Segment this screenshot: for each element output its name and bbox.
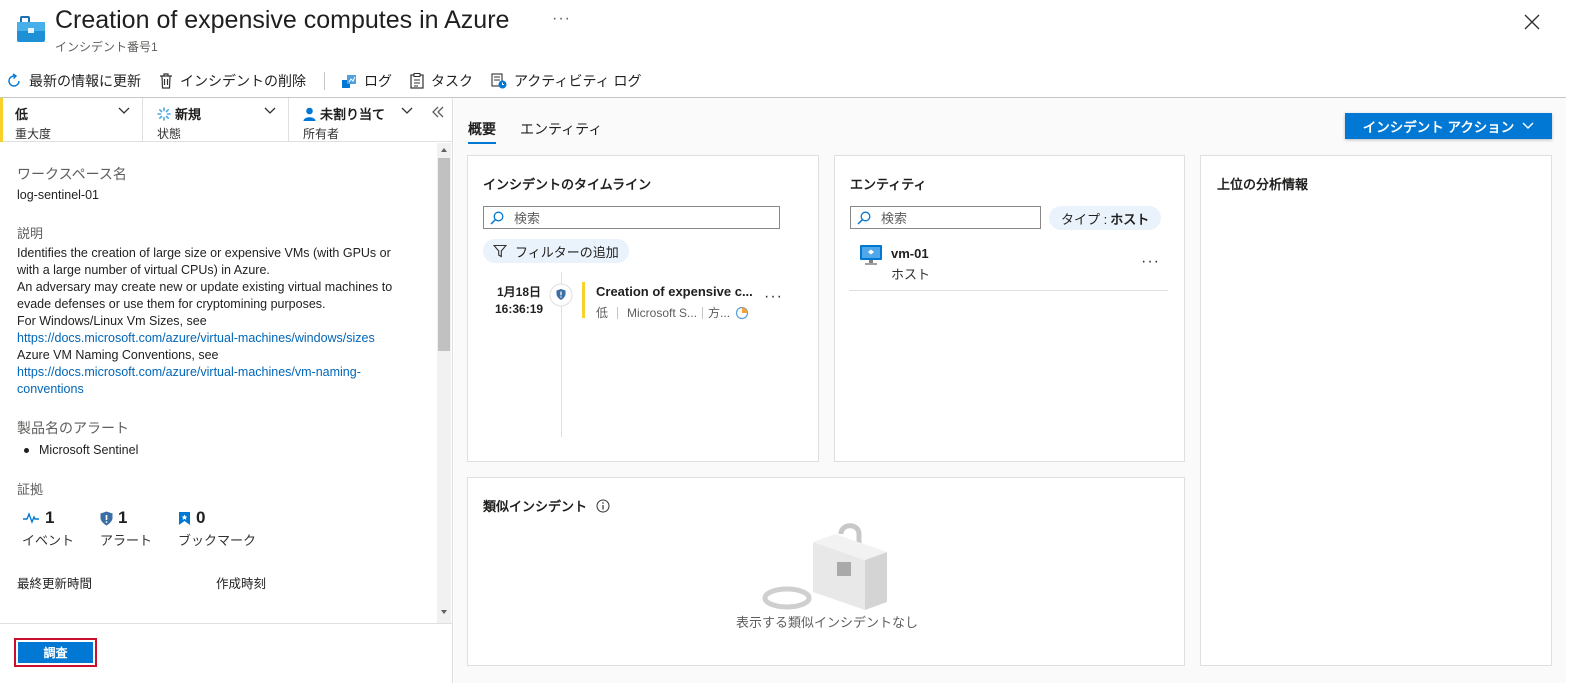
entities-card: エンティティ 検索 タイプ : ホスト vm-01 ホスト ···	[834, 155, 1185, 462]
toolbar-divider	[324, 72, 325, 90]
vm-sizes-link[interactable]: https://docs.microsoft.com/azure/virtual…	[17, 330, 436, 347]
timeline-card: インシデントのタイムライン 検索 フィルターの追加 1月18日 16:36:19…	[467, 155, 819, 462]
similar-title: 類似インシデント	[483, 496, 610, 515]
evidence-label: 証拠	[17, 482, 44, 497]
workspace-label: ワークスペース名	[17, 166, 127, 182]
collapse-panel-icon[interactable]	[431, 106, 445, 118]
severity-indicator	[582, 282, 585, 318]
insights-title: 上位の分析情報	[1217, 177, 1309, 192]
type-filter-pill[interactable]: タイプ : ホスト	[1049, 206, 1162, 230]
entity-row-divider	[849, 290, 1168, 291]
tasks-button[interactable]: タスク	[410, 71, 473, 91]
product-item: Microsoft Sentinel	[17, 442, 436, 459]
entities-search-input[interactable]: 検索	[850, 206, 1041, 229]
details-scroll-area: ワークスペース名 log-sentinel-01 説明 Identifies t…	[0, 143, 436, 623]
bookmark-icon	[178, 511, 196, 526]
page-title: Creation of expensive computes in Azure	[55, 6, 510, 34]
timeline-title: インシデントのタイムライン	[483, 177, 652, 192]
alerts-count[interactable]: 1 アラート	[100, 508, 152, 549]
search-icon	[857, 211, 881, 225]
scrollbar-thumb[interactable]	[438, 158, 450, 351]
refresh-button[interactable]: 最新の情報に更新	[6, 71, 141, 91]
clipboard-icon	[410, 73, 431, 89]
entities-title: エンティティ	[850, 177, 927, 192]
top-insights-card: 上位の分析情報	[1200, 155, 1552, 666]
evidence-counts: 1 イベント 1 アラート 0 ブックマーク	[17, 508, 436, 549]
close-icon[interactable]	[1522, 12, 1542, 32]
pulse-icon	[22, 512, 45, 524]
logs-button[interactable]: ログ	[341, 71, 392, 91]
filter-icon	[493, 244, 515, 258]
bookmarks-count[interactable]: 0 ブックマーク	[178, 508, 256, 549]
info-icon[interactable]	[596, 499, 610, 513]
incident-actions-button[interactable]: インシデント アクション	[1345, 113, 1552, 139]
last-updated-label: 最終更新時間	[17, 577, 93, 591]
status-dropdown[interactable]: 新規 状態	[143, 98, 289, 142]
investigate-button[interactable]: 調査	[14, 638, 97, 667]
workspace-value: log-sentinel-01	[17, 188, 99, 202]
timeline-item-more-button[interactable]: ···	[764, 288, 783, 306]
incident-number: インシデント番号1	[55, 40, 158, 54]
timeline-item-meta: 低 Microsoft S... 方...	[596, 304, 749, 321]
empty-state-illustration-icon	[761, 520, 901, 610]
tab-entities[interactable]: エンティティ	[520, 119, 602, 139]
chevron-down-icon	[401, 107, 413, 115]
tab-overview[interactable]: 概要	[468, 119, 496, 139]
command-bar: 最新の情報に更新 インシデントの削除 ログ タスク アクティビティ ログ	[0, 68, 654, 94]
chevron-down-icon	[264, 107, 276, 115]
new-status-icon	[157, 106, 171, 121]
incident-details-panel: 低 重大度 新規 状態 未割り当て 所有者 ワークスペース名 log-senti…	[0, 98, 453, 683]
add-filter-button[interactable]: フィルターの追加	[483, 239, 629, 263]
timestamps-row: 最終更新時間 作成時刻	[17, 576, 436, 593]
footer-divider	[0, 623, 452, 624]
bullet	[24, 448, 29, 453]
search-icon	[490, 211, 514, 225]
empty-state-message: 表示する類似インシデントなし	[735, 615, 918, 630]
refresh-icon	[6, 73, 29, 89]
activity-log-icon	[491, 73, 514, 89]
host-monitor-icon	[859, 244, 883, 266]
incident-selectors: 低 重大度 新規 状態 未割り当て 所有者	[0, 98, 453, 142]
severity-dropdown[interactable]: 低 重大度	[0, 98, 143, 142]
entity-more-button[interactable]: ···	[1141, 253, 1160, 271]
owner-dropdown[interactable]: 未割り当て 所有者	[289, 98, 427, 142]
logs-icon	[341, 73, 364, 89]
vm-naming-link[interactable]: https://docs.microsoft.com/azure/virtual…	[17, 364, 436, 398]
description-label: 説明	[17, 226, 44, 241]
chevron-down-icon	[1514, 122, 1534, 130]
more-options-button[interactable]: ···	[552, 10, 571, 28]
product-label: 製品名のアラート	[17, 420, 129, 436]
tactic-icon	[735, 306, 749, 320]
active-tab-indicator	[468, 142, 496, 144]
description-text: Identifies the creation of large size or…	[17, 245, 436, 398]
created-label: 作成時刻	[216, 577, 267, 591]
user-icon	[303, 107, 316, 121]
chevron-down-icon	[118, 107, 130, 115]
entity-name[interactable]: vm-01	[891, 246, 929, 261]
activity-log-button[interactable]: アクティビティ ログ	[491, 71, 642, 91]
trash-icon	[159, 73, 180, 89]
events-count[interactable]: 1 イベント	[22, 508, 74, 549]
timeline-item-title[interactable]: Creation of expensive c...	[596, 284, 753, 299]
timeline-timestamp: 1月18日 16:36:19	[495, 285, 544, 316]
alert-shield-icon	[549, 283, 573, 307]
timeline-search-input[interactable]: 検索	[483, 206, 780, 229]
incident-briefcase-icon	[16, 14, 46, 44]
similar-incidents-card: 類似インシデント 表示する類似インシデントなし	[467, 477, 1185, 666]
delete-incident-button[interactable]: インシデントの削除	[159, 71, 306, 91]
entity-type: ホスト	[891, 267, 931, 282]
shield-icon	[100, 511, 118, 526]
